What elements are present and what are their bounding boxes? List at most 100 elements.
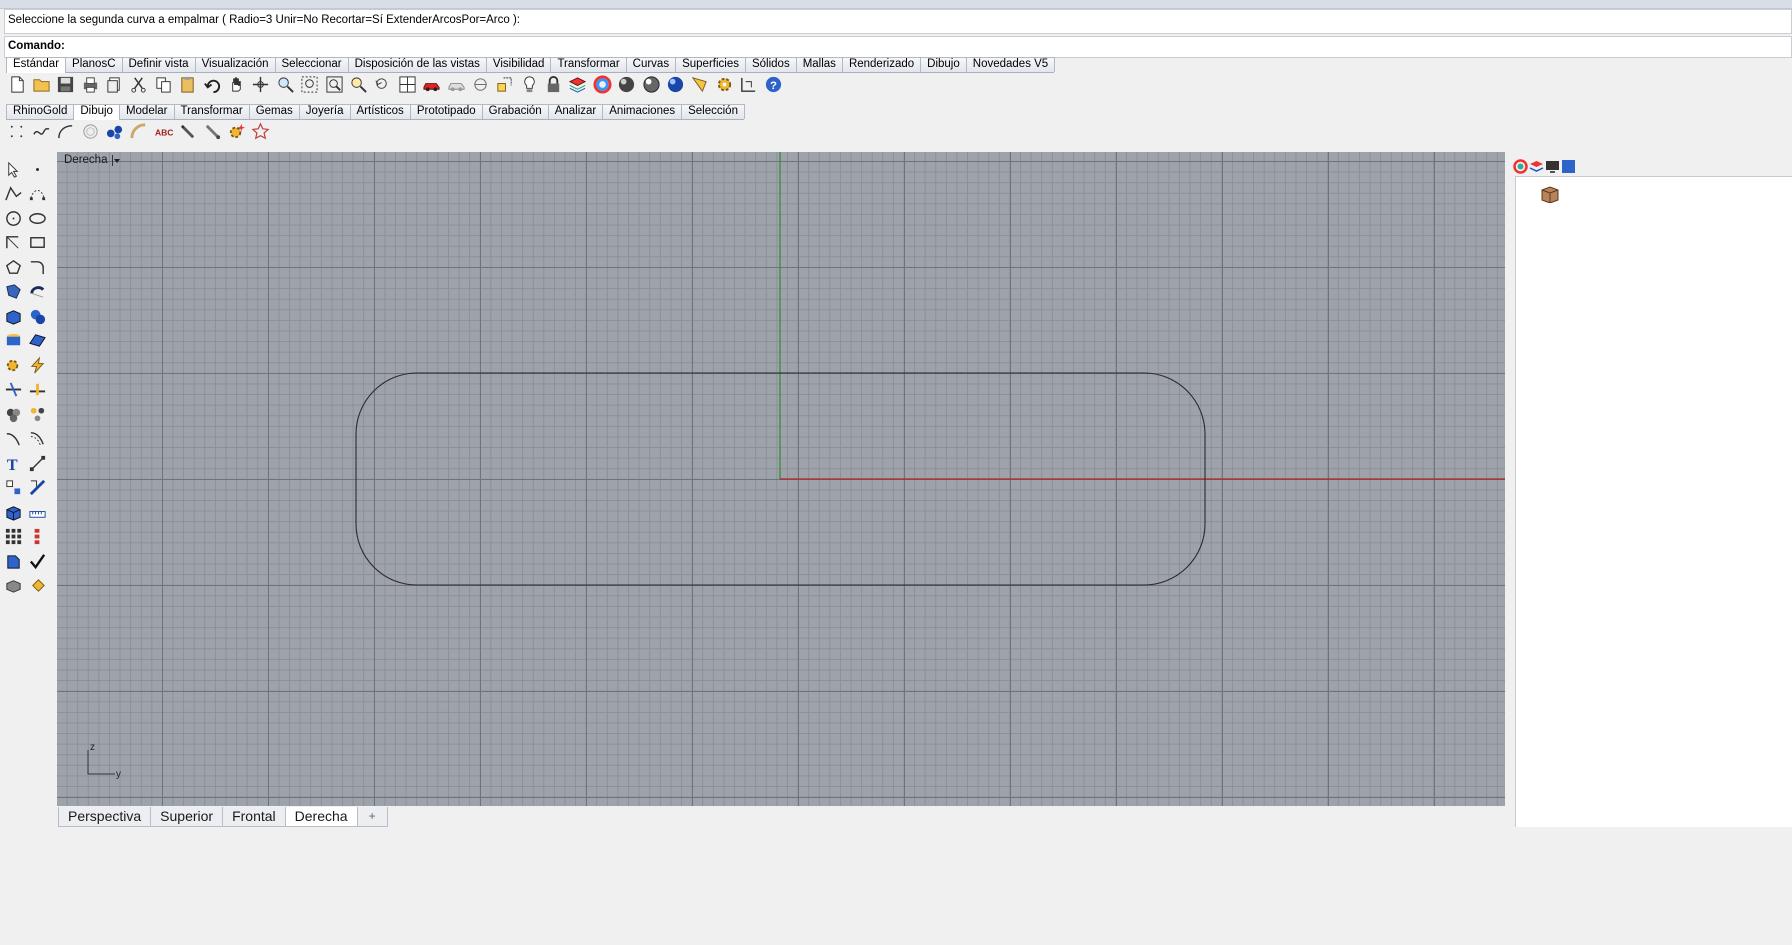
properties-color-icon[interactable] [1513, 159, 1528, 174]
group-icon[interactable] [2, 403, 24, 425]
star-icon[interactable] [250, 120, 272, 142]
tab-rhinogold[interactable]: RhinoGold [6, 104, 75, 119]
command-input[interactable] [75, 39, 1675, 55]
split-icon[interactable] [26, 379, 48, 401]
print-icon[interactable] [79, 73, 101, 95]
stylus-icon[interactable] [201, 120, 223, 142]
circle-tool-icon[interactable] [2, 207, 24, 229]
array-icon[interactable] [2, 526, 24, 548]
light-cone-icon[interactable] [689, 73, 711, 95]
circle-gem-icon[interactable] [79, 120, 101, 142]
lock-icon[interactable] [543, 73, 565, 95]
box-solid-icon[interactable] [2, 305, 24, 327]
tab-novedades-v5[interactable]: Novedades V5 [965, 57, 1056, 72]
text-abc-icon[interactable]: ABC [152, 120, 174, 142]
plane-mesh-icon[interactable] [26, 330, 48, 352]
tab-renderizado[interactable]: Renderizado [841, 57, 922, 72]
render-object-icon[interactable] [2, 575, 24, 597]
trim-icon[interactable] [2, 379, 24, 401]
tab-dibujo[interactable]: Dibujo [920, 57, 967, 72]
ruler-icon[interactable] [26, 501, 48, 523]
tab-definir-vista[interactable]: Definir vista [121, 57, 196, 72]
snap-points-icon[interactable] [494, 73, 516, 95]
four-views-icon[interactable] [396, 73, 418, 95]
tab-mallas[interactable]: Mallas [795, 57, 843, 72]
freeform-curve-icon[interactable] [30, 120, 52, 142]
tab-frontal[interactable]: Frontal [222, 807, 286, 827]
offset-curve-icon[interactable] [26, 428, 48, 450]
undo-view-icon[interactable] [372, 73, 394, 95]
tab-animaciones[interactable]: Animaciones [602, 104, 683, 119]
undo-icon[interactable] [201, 73, 223, 95]
tab-prototipado[interactable]: Prototipado [409, 104, 483, 119]
zoom-selected-icon[interactable] [347, 73, 369, 95]
tab-sólidos[interactable]: Sólidos [744, 57, 797, 72]
zoom-icon[interactable] [274, 73, 296, 95]
display-panel-icon[interactable] [1545, 159, 1560, 174]
tab-analizar[interactable]: Analizar [547, 104, 604, 119]
points-icon[interactable] [6, 120, 28, 142]
shaded-sphere-icon[interactable] [616, 73, 638, 95]
pan-hand-icon[interactable] [226, 73, 248, 95]
extrude-surface-icon[interactable] [26, 281, 48, 303]
tab-estándar[interactable]: Estándar [6, 57, 67, 73]
tab-modelar[interactable]: Modelar [118, 104, 175, 119]
gradient-curve-icon[interactable] [128, 120, 150, 142]
tab-superior[interactable]: Superior [150, 807, 224, 827]
layers-panel-icon[interactable] [1529, 159, 1544, 174]
rotate-view-icon[interactable] [250, 73, 272, 95]
vertical-array-icon[interactable] [26, 526, 48, 548]
new-file-icon[interactable] [6, 73, 28, 95]
copy-icon[interactable] [152, 73, 174, 95]
zoom-extents-icon[interactable] [323, 73, 345, 95]
dimension-tool-icon[interactable] [26, 452, 48, 474]
analyze-icon[interactable] [2, 550, 24, 572]
transform-move-icon[interactable] [2, 477, 24, 499]
ghosted-car-icon[interactable] [445, 73, 467, 95]
check-icon[interactable] [26, 550, 48, 572]
tab-artísticos[interactable]: Artísticos [349, 104, 411, 119]
add-viewport-tab-icon[interactable]: + [356, 807, 388, 827]
tab-gemas[interactable]: Gemas [248, 104, 300, 119]
color-wheel-icon[interactable] [591, 73, 613, 95]
control-point-curve-icon[interactable] [26, 183, 48, 205]
tab-perspectiva[interactable]: Perspectiva [58, 807, 152, 827]
tab-selección[interactable]: Selección [681, 104, 745, 119]
cplane-icon[interactable] [469, 73, 491, 95]
tab-seleccionar[interactable]: Seleccionar [274, 57, 349, 72]
cylinder-mesh-icon[interactable] [2, 330, 24, 352]
options-gear-icon[interactable] [713, 73, 735, 95]
box-object-icon[interactable] [1540, 185, 1560, 206]
light-bulb-icon[interactable] [518, 73, 540, 95]
cut-icon[interactable] [128, 73, 150, 95]
blend-curve-icon[interactable] [2, 428, 24, 450]
polyline-icon[interactable] [2, 183, 24, 205]
select-arrow-icon[interactable] [2, 158, 24, 180]
tab-planosc[interactable]: PlanosC [65, 57, 123, 72]
layers-icon[interactable] [567, 73, 589, 95]
point-icon[interactable] [26, 158, 48, 180]
tab-transformar[interactable]: Transformar [550, 57, 627, 72]
zoom-window-icon[interactable] [299, 73, 321, 95]
car-render-icon[interactable] [421, 73, 443, 95]
arc-tool-icon[interactable] [2, 232, 24, 254]
save-icon[interactable] [55, 73, 77, 95]
rectangle-tool-icon[interactable] [26, 232, 48, 254]
help-icon[interactable]: ? [762, 73, 784, 95]
text-tool-icon[interactable]: T [2, 452, 24, 474]
tab-curvas[interactable]: Curvas [625, 57, 677, 72]
tab-joyería[interactable]: Joyería [298, 104, 351, 119]
tab-visibilidad[interactable]: Visibilidad [485, 57, 552, 72]
molecule-icon[interactable] [104, 120, 126, 142]
scale-tool-icon[interactable] [26, 477, 48, 499]
sphere-solid-icon[interactable] [26, 305, 48, 327]
viewport-derecha[interactable]: Derecha z y [57, 152, 1505, 806]
rendered-sphere-icon[interactable] [640, 73, 662, 95]
command-line[interactable]: Comando: [4, 36, 1792, 58]
settings-sparkle-icon[interactable] [226, 120, 248, 142]
help-panel-icon[interactable] [1561, 159, 1576, 174]
gear-settings-icon[interactable] [2, 354, 24, 376]
blue-sphere-icon[interactable] [665, 73, 687, 95]
tab-disposición-de-las-vistas[interactable]: Disposición de las vistas [347, 57, 487, 72]
tab-grabación[interactable]: Grabación [481, 104, 549, 119]
